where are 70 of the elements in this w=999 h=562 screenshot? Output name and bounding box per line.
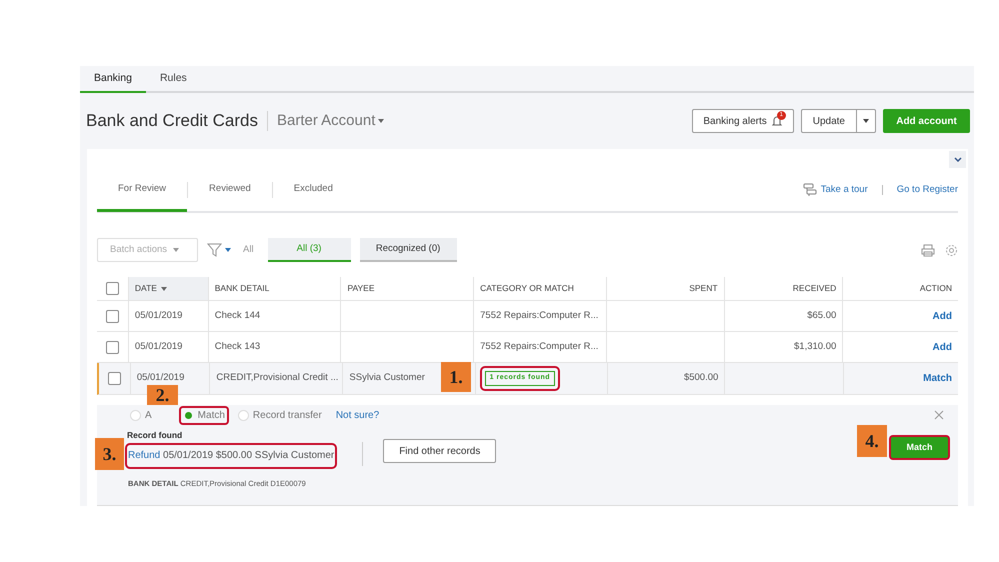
radio-option[interactable]: Record transfer	[236, 408, 324, 422]
callout-number: 1.	[441, 362, 471, 392]
column-header[interactable]: DATE	[128, 277, 209, 300]
table-cell-text: 05/01/2019	[134, 340, 182, 354]
sort-icon	[160, 286, 167, 290]
callout-number: 3.	[95, 438, 124, 470]
find-other-records-button[interactable]: Find other records	[383, 439, 496, 463]
table-cell-text: 7552 Repairs:Computer R...	[480, 340, 598, 354]
callout-number: 2.	[147, 385, 178, 405]
table-cell-text: Check 144	[214, 308, 260, 323]
caret-icon	[863, 119, 869, 123]
settings-icon[interactable]	[945, 244, 958, 256]
review-tab[interactable]: For Review	[97, 170, 188, 212]
table-cell-text: 05/01/2019	[134, 308, 182, 323]
refund-link[interactable]: Refund	[128, 450, 160, 462]
filter-icon	[207, 243, 222, 257]
review-tab[interactable]: Reviewed	[188, 170, 272, 212]
filter-value: All	[243, 242, 254, 257]
table-row[interactable]: 05/01/2019 Check 143 7552 Repairs:Computer R... $1,310.00 Add	[97, 332, 958, 363]
row-checkbox[interactable]	[106, 340, 119, 354]
account-dropdown[interactable]: Barter Account	[276, 110, 384, 132]
nav-tab[interactable]: Rules	[146, 66, 201, 93]
match-button[interactable]: Match	[891, 437, 948, 458]
select-all-checkbox[interactable]	[106, 282, 119, 295]
take-tour-link[interactable]: Take a tour	[802, 182, 868, 198]
table-cell-text: SSylvia Customer	[349, 371, 425, 386]
table-cell-text: $65.00	[807, 308, 836, 323]
row-action-link[interactable]: Add	[932, 340, 952, 354]
caret-icon	[378, 119, 384, 123]
table-cell-text: CREDIT,Provisional Credit ...	[216, 371, 338, 386]
page-title: Bank and Credit Cards	[86, 110, 258, 132]
radio-option[interactable]: A	[128, 408, 154, 422]
column-header: PAYEE	[341, 277, 474, 300]
nav-tab[interactable]: Banking	[80, 66, 146, 93]
add-account-button[interactable]: Add account	[883, 109, 970, 133]
bell-icon	[770, 115, 783, 127]
column-header: RECEIVED	[724, 277, 844, 300]
radio-option[interactable]: Match	[180, 408, 227, 422]
table-cell-text: 05/01/2019	[136, 371, 184, 386]
row-checkbox[interactable]	[108, 372, 121, 385]
row-action-link[interactable]: Match	[923, 371, 952, 386]
filter-chip[interactable]: Recognized (0)	[360, 238, 457, 262]
print-icon[interactable]	[921, 244, 935, 256]
signpost-icon	[802, 183, 817, 197]
row-action-link[interactable]: Add	[932, 308, 952, 324]
column-header: BANK DETAIL	[208, 277, 342, 300]
filter-button[interactable]	[207, 243, 231, 257]
table-cell-text: $1,310.00	[794, 340, 836, 354]
close-icon[interactable]	[934, 410, 944, 420]
table-cell-text: Check 143	[214, 340, 260, 354]
row-checkbox[interactable]	[106, 310, 119, 322]
column-header: SPENT	[606, 277, 725, 300]
record-found-text: Refund 05/01/2019 $500.00 SSylvia Customer	[128, 449, 334, 464]
column-header: CATEGORY OR MATCH	[474, 277, 607, 300]
caret-icon	[173, 248, 180, 252]
callout-number: 4.	[857, 425, 887, 457]
not-sure-link[interactable]: Not sure?	[336, 408, 380, 422]
table-row[interactable]: 05/01/2019 Check 144 7552 Repairs:Computer R... $65.00 Add	[97, 301, 958, 332]
update-menu-button[interactable]	[857, 109, 876, 133]
update-button[interactable]: Update	[800, 109, 857, 133]
review-tab[interactable]: Excluded	[272, 170, 354, 212]
filter-chip[interactable]: All (3)	[268, 238, 351, 262]
record-found-heading: Record found	[127, 429, 184, 442]
column-header: ACTION	[918, 282, 953, 296]
collapse-button[interactable]	[949, 151, 966, 168]
chevron-down-icon	[954, 157, 962, 162]
caret-icon	[225, 248, 231, 252]
table-cell-text: 7552 Repairs:Computer R...	[480, 308, 598, 323]
table-cell-text: $500.00	[684, 371, 718, 386]
register-link[interactable]: Go to Register	[896, 182, 958, 198]
